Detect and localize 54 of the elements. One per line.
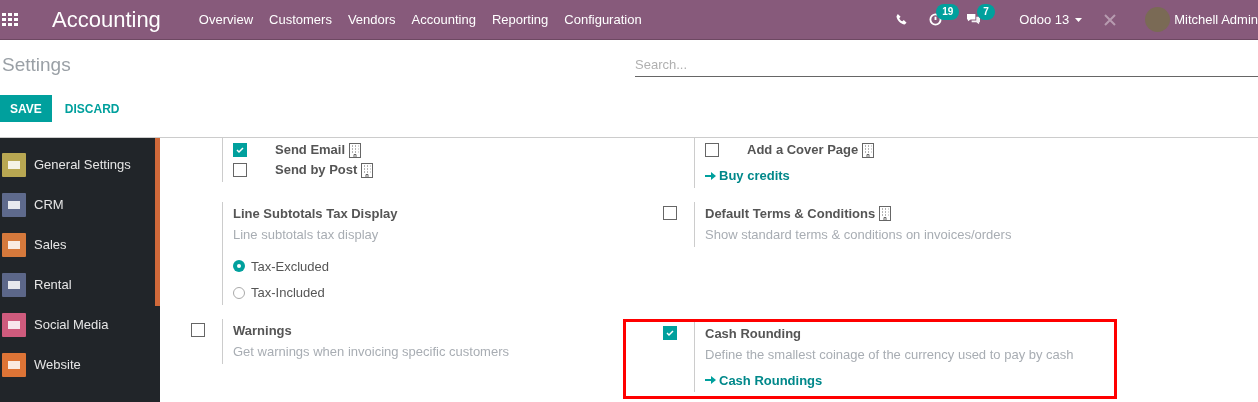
arrow-icon [705, 375, 716, 386]
search-field[interactable]: Search... [635, 53, 1258, 77]
secondary-button[interactable]: DISCARD [54, 95, 130, 122]
option-label: Send by Post [275, 161, 358, 180]
setting-title: Default Terms & Conditions [705, 204, 876, 223]
radio-label: Tax-Included [251, 284, 325, 302]
sidebar-item[interactable]: Rental [0, 265, 155, 305]
sidebar-item[interactable]: CRM [0, 185, 155, 225]
setting-description: Show standard terms & conditions on invoices/orders [705, 226, 1012, 244]
checkbox[interactable] [705, 143, 719, 157]
avatar [1145, 7, 1171, 32]
clock-icon[interactable] [929, 13, 943, 26]
menu-item[interactable]: Vendors [339, 9, 404, 30]
phone-icon[interactable] [896, 14, 908, 25]
activity-count-badge: 19 [936, 4, 960, 20]
radio-button[interactable] [233, 260, 245, 273]
menu-item[interactable]: Overview [190, 9, 262, 30]
checkbox[interactable] [233, 163, 247, 177]
message-count-badge: 7 [977, 4, 995, 20]
setting-title: Cash Rounding [705, 324, 802, 343]
apps-menu-icon[interactable] [2, 12, 19, 27]
menu-item[interactable]: Configuration [556, 9, 650, 30]
primary-button[interactable]: SAVE [0, 95, 52, 122]
page-title: Settings [2, 52, 72, 77]
checkbox[interactable] [233, 143, 247, 157]
caret-icon [1075, 17, 1083, 22]
chat-icon[interactable] [966, 13, 982, 26]
check-icon [236, 146, 244, 154]
menu-item[interactable]: Accounting [403, 9, 484, 30]
setting-description: Define the smallest coinage of the currency used to pay by cash [705, 346, 1074, 364]
setting-title: Line Subtotals Tax Display [233, 204, 398, 223]
sidebar-item[interactable]: Website [0, 345, 155, 385]
checkbox[interactable] [663, 325, 677, 340]
app-title: Accounting [52, 6, 161, 34]
option-label: Send Email [275, 141, 346, 160]
checkbox[interactable] [663, 205, 677, 220]
check-icon [666, 328, 674, 337]
link[interactable]: Buy credits [705, 166, 875, 186]
link[interactable]: Cash Roundings [705, 370, 1074, 390]
arrow-icon [705, 170, 716, 181]
company-switcher[interactable]: Odoo 13 [1019, 9, 1083, 30]
menu-item[interactable]: Reporting [483, 9, 557, 30]
sidebar-item[interactable]: Sales [0, 225, 155, 265]
setting-title: Warnings [233, 321, 292, 340]
sidebar-item[interactable]: Social Media [0, 305, 155, 345]
setting-description: Line subtotals tax display [233, 226, 380, 244]
sidebar-item[interactable]: General Settings [0, 145, 155, 185]
menu-item[interactable]: Customers [261, 9, 340, 30]
user-menu[interactable]: Mitchell Admin [1174, 9, 1258, 30]
option-label: Add a Cover Page [747, 141, 859, 160]
checkbox[interactable] [191, 322, 205, 337]
scrollbar-thumb[interactable] [155, 138, 160, 306]
radio-label: Tax-Excluded [251, 257, 330, 276]
setting-description: Get warnings when invoicing specific customers [233, 343, 509, 361]
